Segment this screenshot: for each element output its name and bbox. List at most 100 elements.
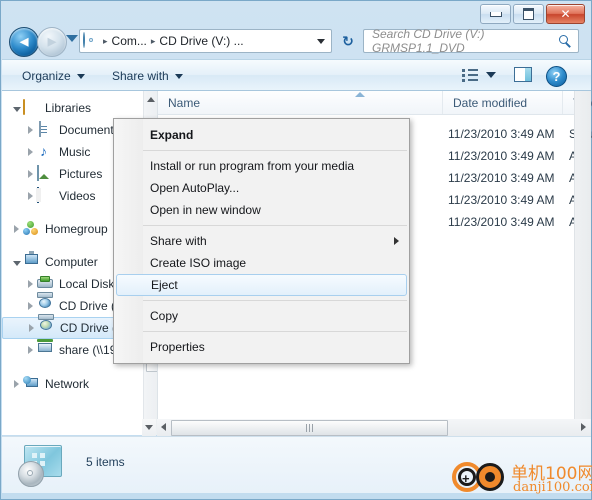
sort-ascending-icon bbox=[355, 92, 365, 97]
view-options-dropdown-icon[interactable] bbox=[486, 72, 496, 78]
share-with-button[interactable]: Share with bbox=[106, 66, 189, 86]
expander-closed-icon[interactable] bbox=[24, 123, 37, 137]
expander-open-icon[interactable] bbox=[10, 255, 23, 269]
organize-button[interactable]: Organize bbox=[16, 66, 91, 86]
expander-open-icon[interactable] bbox=[10, 101, 23, 115]
minimize-button[interactable] bbox=[480, 4, 511, 24]
forward-button[interactable]: ► bbox=[37, 27, 67, 57]
expander-closed-icon[interactable] bbox=[10, 222, 23, 236]
breadcrumb-cd-drive[interactable]: CD Drive (V:) ... bbox=[159, 34, 243, 48]
title-bar: ✕ bbox=[1, 1, 591, 24]
network-share-icon bbox=[37, 339, 54, 358]
column-header-name[interactable]: Name bbox=[158, 91, 443, 114]
expander-closed-icon[interactable] bbox=[24, 299, 37, 313]
maximize-icon bbox=[523, 8, 534, 20]
window-controls: ✕ bbox=[480, 4, 585, 24]
menu-item-properties[interactable]: Properties bbox=[114, 336, 409, 358]
scroll-up-icon[interactable] bbox=[144, 91, 157, 107]
preview-pane-icon[interactable] bbox=[514, 67, 532, 82]
cell-date-modified: 11/23/2010 3:49 AM bbox=[448, 148, 555, 163]
cd-drive-icon bbox=[83, 32, 99, 49]
tree-item-label: Local Disk bbox=[59, 277, 115, 291]
menu-item-create-iso-image[interactable]: Create ISO image bbox=[114, 252, 409, 274]
breadcrumb-separator: ▸ bbox=[150, 35, 156, 46]
expander-closed-icon[interactable] bbox=[24, 343, 37, 357]
expander-closed-icon[interactable] bbox=[25, 321, 38, 335]
scrollbar-thumb[interactable] bbox=[171, 420, 448, 436]
menu-separator bbox=[143, 331, 407, 332]
pictures-icon bbox=[37, 165, 54, 182]
menu-item-expand[interactable]: Expand bbox=[114, 124, 409, 146]
breadcrumb-computer[interactable]: Com... bbox=[112, 34, 147, 48]
menu-item-label: Open AutoPlay... bbox=[150, 181, 240, 195]
file-list-scrollbar[interactable] bbox=[574, 91, 591, 435]
dvd-folder-icon bbox=[18, 443, 62, 487]
menu-item-label: Install or run program from your media bbox=[150, 159, 355, 173]
expander-closed-icon[interactable] bbox=[24, 277, 37, 291]
menu-item-label: Properties bbox=[150, 340, 205, 354]
tree-item-label: Homegroup bbox=[45, 222, 108, 236]
help-glyph: ? bbox=[552, 69, 561, 84]
menu-separator bbox=[143, 300, 407, 301]
nav-pane-scroll-down-button[interactable] bbox=[142, 419, 156, 436]
expander-closed-icon[interactable] bbox=[10, 377, 23, 391]
menu-item-open-in-new-window[interactable]: Open in new window bbox=[114, 199, 409, 221]
scroll-right-icon[interactable] bbox=[581, 423, 586, 431]
menu-separator bbox=[143, 225, 407, 226]
refresh-icon: ↻ bbox=[342, 32, 354, 49]
address-bar[interactable]: ▸ Com... ▸ CD Drive (V:) ... bbox=[79, 29, 332, 53]
close-icon: ✕ bbox=[560, 7, 571, 21]
menu-item-label: Share with bbox=[150, 234, 207, 248]
tree-item-libraries[interactable]: Libraries bbox=[2, 97, 151, 119]
cell-date-modified: 11/23/2010 3:49 AM bbox=[448, 126, 555, 141]
menu-item-label: Create ISO image bbox=[150, 256, 247, 270]
menu-item-label: Expand bbox=[150, 128, 194, 142]
search-input[interactable]: Search CD Drive (V:) GRMSP1.1_DVD bbox=[363, 27, 579, 55]
tree-item-label: Computer bbox=[45, 255, 98, 269]
library-folder-icon bbox=[23, 99, 40, 116]
recent-pages-dropdown-icon[interactable] bbox=[66, 35, 78, 42]
cd-drive-icon bbox=[37, 292, 54, 314]
menu-item-open-autoplay[interactable]: Open AutoPlay... bbox=[114, 177, 409, 199]
tree-item-network[interactable]: Network bbox=[2, 373, 151, 395]
watermark-plus-icon: + bbox=[462, 471, 470, 486]
organize-label: Organize bbox=[22, 69, 71, 83]
tree-item-label: CD Drive ( bbox=[59, 299, 115, 313]
column-headers: Name Date modified Typ bbox=[158, 91, 592, 115]
menu-item-label: Copy bbox=[150, 309, 179, 323]
tree-item-label: Music bbox=[59, 145, 91, 159]
scroll-left-icon[interactable] bbox=[161, 423, 166, 431]
search-icon bbox=[559, 34, 572, 48]
menu-item-install-or-run[interactable]: Install or run program from your media bbox=[114, 155, 409, 177]
menu-item-eject[interactable]: Eject bbox=[116, 274, 407, 296]
back-button[interactable]: ◄ bbox=[9, 27, 39, 57]
close-button[interactable]: ✕ bbox=[546, 4, 585, 24]
menu-item-label: Open in new window bbox=[150, 203, 261, 217]
refresh-button[interactable]: ↻ bbox=[337, 30, 359, 52]
computer-icon bbox=[23, 251, 40, 270]
address-dropdown-icon[interactable] bbox=[317, 38, 325, 44]
watermark-url-text: danji100.com bbox=[513, 480, 592, 495]
music-icon: ♪ bbox=[40, 143, 47, 159]
column-header-date-modified[interactable]: Date modified bbox=[443, 91, 563, 114]
horizontal-scrollbar[interactable] bbox=[157, 419, 591, 436]
menu-item-copy[interactable]: Copy bbox=[114, 305, 409, 327]
help-icon[interactable]: ? bbox=[546, 66, 567, 87]
breadcrumb-separator: ▸ bbox=[103, 35, 108, 46]
hard-disk-icon bbox=[37, 276, 54, 292]
cell-date-modified: 11/23/2010 3:49 AM bbox=[448, 192, 555, 207]
context-menu: Expand Install or run program from your … bbox=[113, 118, 410, 364]
back-arrow-icon: ◄ bbox=[16, 33, 32, 51]
menu-item-share-with[interactable]: Share with bbox=[114, 230, 409, 252]
tree-item-label: Pictures bbox=[59, 167, 103, 181]
network-icon bbox=[23, 376, 40, 392]
list-view-icon[interactable] bbox=[462, 68, 478, 82]
watermark-blob-icon bbox=[476, 463, 504, 491]
column-label: Name bbox=[168, 95, 201, 110]
menu-separator bbox=[143, 150, 407, 151]
expander-closed-icon[interactable] bbox=[24, 145, 37, 159]
maximize-button[interactable] bbox=[513, 4, 544, 24]
submenu-arrow-icon bbox=[394, 237, 399, 245]
expander-closed-icon[interactable] bbox=[24, 167, 37, 181]
tree-item-label: Videos bbox=[59, 189, 96, 203]
